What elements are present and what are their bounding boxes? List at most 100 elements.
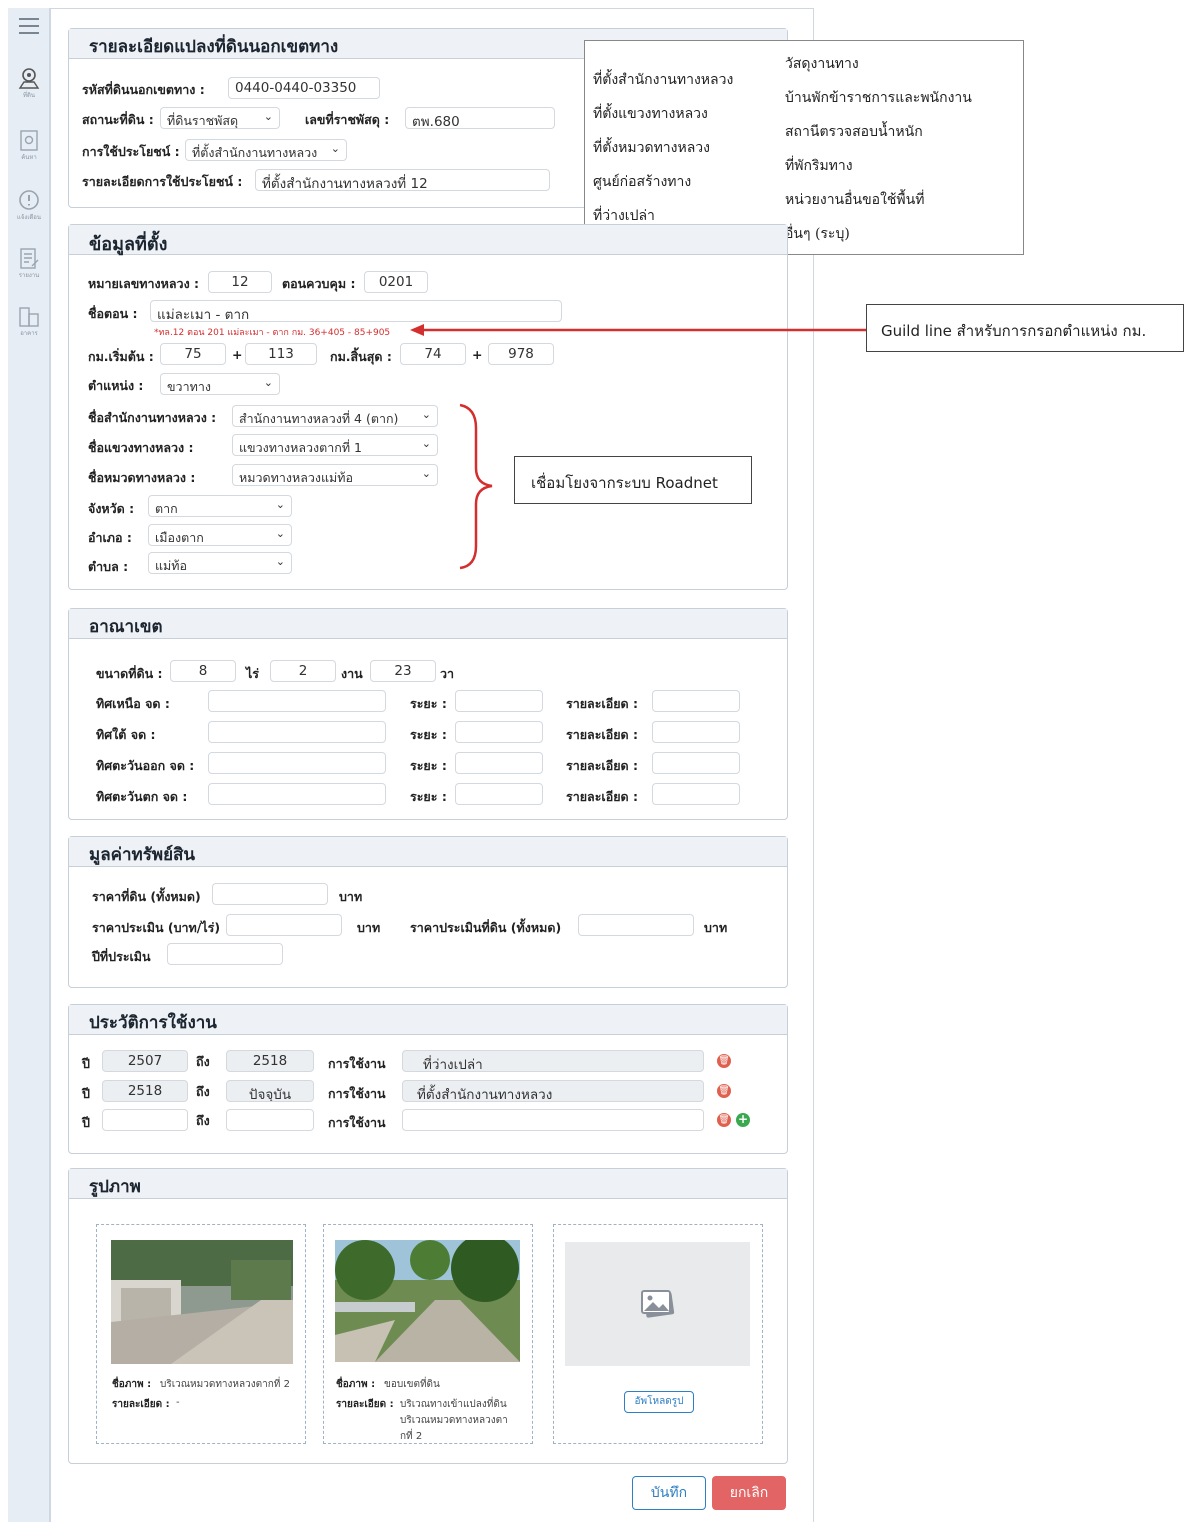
history-to-field[interactable] [226, 1109, 314, 1131]
photo-image[interactable] [335, 1240, 520, 1362]
usage-option: ที่ตั้งแขวงทางหลวง [593, 106, 708, 122]
usage-select[interactable]: ที่ตั้งสำนักงานทางหลวง ⌄ [185, 139, 347, 161]
distance-north-field[interactable] [455, 690, 543, 712]
history-from-field[interactable]: 2518 [102, 1080, 188, 1102]
boundary-east-field[interactable] [208, 752, 386, 774]
detail-south-field[interactable] [652, 721, 740, 743]
menu-icon[interactable] [14, 14, 44, 54]
photo-detail: - [176, 1397, 180, 1408]
sidebar-item-land[interactable]: ที่ดิน [14, 66, 44, 106]
sidebar-item-building[interactable]: อาคาร [14, 304, 44, 344]
usage-option: ที่พักริมทาง [785, 158, 853, 174]
land-status-select[interactable]: ที่ดินราชพัสดุ ⌄ [160, 107, 280, 129]
trash-icon[interactable]: 🗑 [717, 1054, 731, 1068]
section-title: ข้อมูลที่ตั้ง [69, 225, 787, 255]
land-price-label: ราคาที่ดิน (ทั้งหมด) [92, 889, 201, 904]
image-placeholder [565, 1242, 750, 1366]
arrow-head-icon [410, 324, 424, 336]
appraise-year-field[interactable] [167, 943, 283, 965]
detail-north-field[interactable] [652, 690, 740, 712]
land-code-field[interactable]: 0440-0440-03350 [228, 77, 380, 99]
status-label: สถานะที่ดิน : [82, 112, 154, 127]
usage-options-list: ที่ตั้งสำนักงานทางหลวง ที่ตั้งแขวงทางหลว… [584, 40, 1024, 255]
sidebar: ที่ดิน ค้นหา แจ้งเตือน รายงาน อาคาร [8, 8, 50, 1522]
province-label: จังหวัด : [88, 501, 135, 516]
photo-name: ขอบเขตที่ดิน [384, 1379, 440, 1390]
history-usage-field[interactable]: ที่ว่างเปล่า [402, 1050, 704, 1072]
wa-field[interactable]: 23 [370, 660, 436, 682]
code-label: รหัสที่ดินนอกเขตทาง : [82, 82, 205, 97]
km-start-field[interactable]: 75 [160, 343, 226, 365]
save-button[interactable]: บันทึก [632, 1476, 706, 1510]
usage-label: การใช้งาน [328, 1056, 386, 1071]
history-usage-field[interactable]: ที่ตั้งสำนักงานทางหลวง [402, 1080, 704, 1102]
usage-history-section: ประวัติการใช้งาน [68, 1004, 788, 1154]
photo-detail: บริเวณทางเข้าแปลงที่ดิน [400, 1399, 507, 1410]
highway-no-field[interactable]: 12 [208, 271, 272, 293]
distance-label: ระยะ : [410, 696, 447, 711]
tambon-select[interactable]: แม่ท้อ ⌄ [148, 552, 292, 574]
detail-label: รายละเอียด : [566, 696, 639, 711]
trash-icon[interactable]: 🗑 [717, 1113, 731, 1127]
year-label: ปี [82, 1056, 90, 1071]
parcel-no-label: เลขที่ราชพัสดุ : [305, 112, 390, 127]
usage-detail-field[interactable]: ที่ตั้งสำนักงานทางหลวงที่ 12 [255, 169, 550, 191]
sidebar-item-report[interactable]: รายงาน [14, 246, 44, 286]
history-to-field[interactable]: 2518 [226, 1050, 314, 1072]
appraise-rai-field[interactable] [226, 914, 342, 936]
office-label: ชื่อสำนักงานทางหลวง : [88, 410, 217, 425]
history-from-field[interactable]: 2507 [102, 1050, 188, 1072]
upload-photo-button[interactable]: อัพโหลดรูป [624, 1391, 694, 1413]
photo-image[interactable] [111, 1240, 293, 1364]
position-select[interactable]: ขวาทาง ⌄ [160, 373, 280, 395]
history-to-field[interactable]: ปัจจุบัน [226, 1080, 314, 1102]
add-row-icon[interactable]: + [736, 1113, 750, 1127]
ngan-field[interactable]: 2 [270, 660, 336, 682]
distance-east-field[interactable] [455, 752, 543, 774]
highway-label: หมายเลขทางหลวง : [88, 276, 200, 291]
sidebar-item-search[interactable]: ค้นหา [14, 128, 44, 168]
baht-unit: บาท [357, 920, 381, 935]
land-size-label: ขนาดที่ดิน : [96, 666, 163, 681]
appraise-total-field[interactable] [578, 914, 694, 936]
km-end-label: กม.สิ้นสุด : [330, 349, 392, 364]
history-usage-field[interactable] [402, 1109, 704, 1131]
cancel-button[interactable]: ยกเลิก [712, 1476, 786, 1510]
section-title: รูปภาพ [69, 1169, 787, 1199]
amphoe-label: อำเภอ : [88, 530, 132, 545]
boundary-direction-label: ทิศตะวันออก จด : [96, 758, 195, 773]
rai-field[interactable]: 8 [170, 660, 236, 682]
plus-sign: + [232, 347, 243, 362]
distance-west-field[interactable] [455, 783, 543, 805]
district-label: ชื่อแขวงทางหลวง : [88, 440, 194, 455]
chevron-down-icon: ⌄ [275, 527, 285, 540]
to-label: ถึง [196, 1054, 210, 1069]
tambon-label: ตำบล : [88, 559, 129, 574]
history-from-field[interactable] [102, 1109, 188, 1131]
boundary-north-field[interactable] [208, 690, 386, 712]
detail-label: รายละเอียด : [566, 789, 639, 804]
boundary-south-field[interactable] [208, 721, 386, 743]
usage-label: การใช้ประโยชน์ : [82, 144, 180, 159]
amphoe-select[interactable]: เมืองตาก ⌄ [148, 524, 292, 546]
section-name-label: ชื่อตอน : [88, 306, 138, 321]
annotation-overlay [410, 324, 866, 570]
boundary-west-field[interactable] [208, 783, 386, 805]
photo-detail: กที่ 2 [400, 1431, 423, 1442]
km-start-offset-field[interactable]: 113 [245, 343, 317, 365]
sidebar-item-alert[interactable]: แจ้งเตือน [14, 188, 44, 228]
km-start-label: กม.เริ่มต้น : [88, 349, 154, 364]
detail-west-field[interactable] [652, 783, 740, 805]
control-section-field[interactable]: 0201 [364, 271, 428, 293]
photo-name: บริเวณหมวดทางหลวงตากที่ 2 [160, 1379, 290, 1390]
distance-south-field[interactable] [455, 721, 543, 743]
detail-east-field[interactable] [652, 752, 740, 774]
parcel-no-field[interactable]: ตพ.680 [405, 107, 555, 129]
land-price-field[interactable] [212, 883, 328, 905]
province-select[interactable]: ตาก ⌄ [148, 495, 292, 517]
photo-name-label: ชื่อภาพ : [112, 1379, 152, 1390]
map-pin-icon [18, 68, 40, 89]
detail-label: รายละเอียด : [566, 758, 639, 773]
usage-option: บ้านพักข้าราชการและพนักงาน [785, 90, 972, 106]
trash-icon[interactable]: 🗑 [717, 1084, 731, 1098]
